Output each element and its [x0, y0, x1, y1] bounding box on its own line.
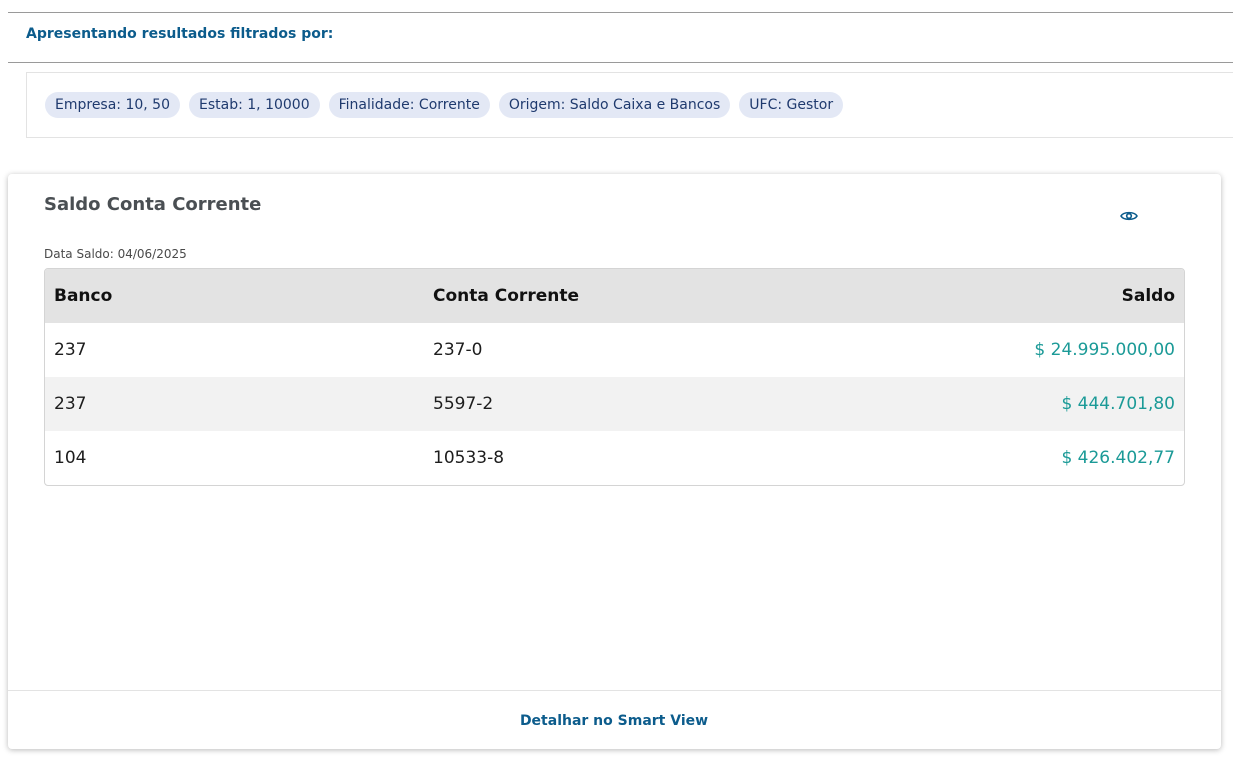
cell-conta: 10533-8 [433, 448, 505, 468]
cell-banco: 104 [54, 448, 87, 468]
filter-chip-ufc[interactable]: UFC: Gestor [739, 92, 844, 118]
saldo-card: Saldo Conta Corrente Data Saldo: 04/06/2… [8, 174, 1221, 749]
table-row[interactable]: 237 5597-2 $ 444.701,80 [45, 377, 1184, 431]
balance-table: Banco Conta Corrente Saldo 237 237-0 $ 2… [44, 268, 1185, 486]
card-title: Saldo Conta Corrente [44, 194, 262, 215]
cell-saldo: $ 444.701,80 [1061, 394, 1175, 414]
header-banco[interactable]: Banco [45, 269, 424, 323]
header-conta-corrente[interactable]: Conta Corrente [424, 269, 810, 323]
filter-title: Apresentando resultados filtrados por: [26, 26, 334, 42]
table-row[interactable]: 104 10533-8 $ 426.402,77 [45, 431, 1184, 485]
view-button[interactable] [1119, 207, 1139, 225]
cell-saldo: $ 24.995.000,00 [1034, 340, 1175, 360]
table-row[interactable]: 237 237-0 $ 24.995.000,00 [45, 323, 1184, 377]
filter-chip-estab[interactable]: Estab: 1, 10000 [189, 92, 320, 118]
smart-view-link[interactable]: Detalhar no Smart View [520, 713, 708, 729]
filter-chip-list: Empresa: 10, 50 Estab: 1, 10000 Finalida… [26, 72, 1233, 138]
balance-date: Data Saldo: 04/06/2025 [44, 247, 187, 261]
filter-chip-origem[interactable]: Origem: Saldo Caixa e Bancos [498, 92, 731, 118]
cell-banco: 237 [54, 394, 87, 414]
filter-chip-finalidade[interactable]: Finalidade: Corrente [328, 92, 490, 118]
cell-conta: 5597-2 [433, 394, 494, 414]
header-saldo[interactable]: Saldo [810, 269, 1184, 323]
filter-chip-empresa[interactable]: Empresa: 10, 50 [45, 92, 181, 118]
table-header-row: Banco Conta Corrente Saldo [45, 269, 1184, 323]
cell-saldo: $ 426.402,77 [1061, 448, 1175, 468]
cell-conta: 237-0 [433, 340, 483, 360]
card-footer: Detalhar no Smart View [8, 690, 1221, 749]
eye-icon [1120, 211, 1138, 221]
cell-banco: 237 [54, 340, 87, 360]
filter-header: Apresentando resultados filtrados por: [8, 12, 1233, 63]
